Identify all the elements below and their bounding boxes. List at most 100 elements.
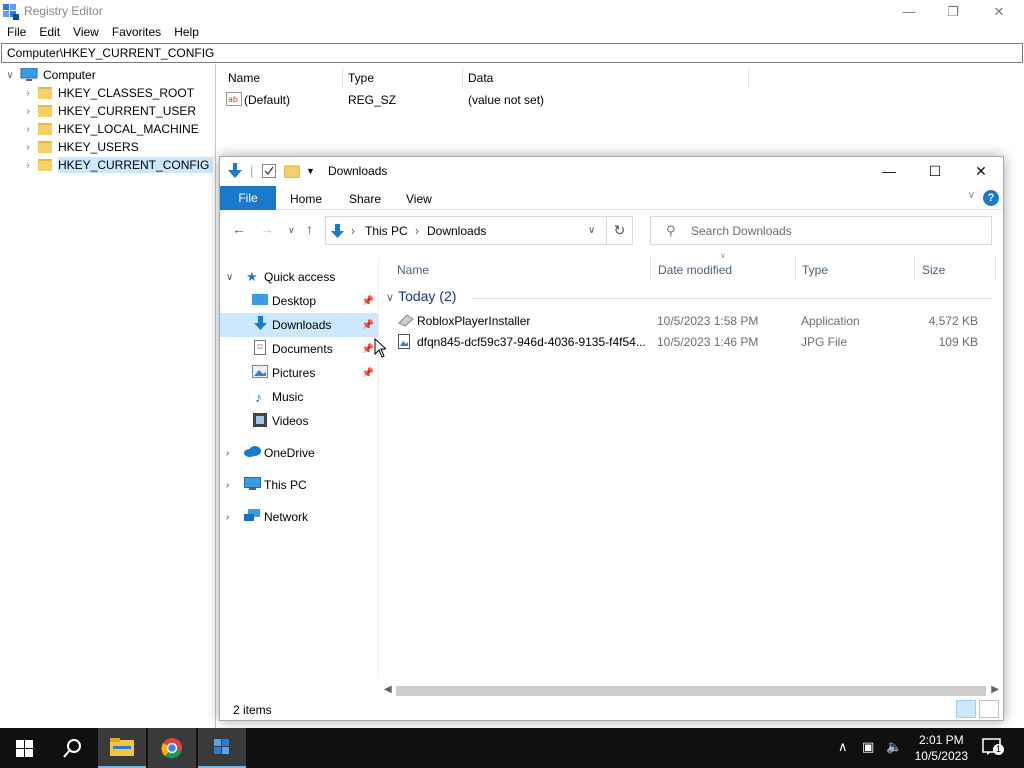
search-input[interactable]: ⚲ Search Downloads <box>650 216 992 245</box>
column-divider[interactable] <box>795 255 796 281</box>
large-icons-view-icon[interactable] <box>979 700 999 718</box>
maximize-button[interactable]: ☐ <box>912 157 958 185</box>
column-date-modified[interactable]: Date modified <box>658 263 732 277</box>
nav-network[interactable]: › Network <box>220 505 378 529</box>
file-row[interactable]: dfqn845-dcf59c37-946d-4036-9135-f4f54...… <box>392 332 992 353</box>
taskbar-registry-editor[interactable] <box>198 728 246 768</box>
group-header-today[interactable]: ∨ Today (2) <box>386 288 456 304</box>
close-button[interactable]: ✕ <box>976 0 1022 23</box>
menu-help[interactable]: Help <box>168 23 206 43</box>
close-button[interactable]: ✕ <box>958 157 1004 185</box>
column-divider[interactable] <box>748 68 749 88</box>
nav-desktop[interactable]: Desktop 📌 <box>220 289 378 313</box>
nav-onedrive[interactable]: › OneDrive <box>220 441 378 465</box>
minimize-button[interactable]: — <box>866 157 912 185</box>
pane-divider[interactable] <box>378 257 379 677</box>
action-center-button[interactable]: 1 <box>982 738 1004 756</box>
forward-button[interactable]: → <box>260 221 274 237</box>
start-button[interactable] <box>0 728 48 768</box>
nav-pictures[interactable]: Pictures 📌 <box>220 361 378 385</box>
address-dropdown-icon[interactable]: ∨ <box>588 225 595 236</box>
breadcrumb-separator-icon[interactable]: › <box>415 224 419 238</box>
pin-icon[interactable]: 📌 <box>362 344 374 355</box>
expand-ribbon-icon[interactable]: ∨ <box>968 190 975 201</box>
nav-downloads[interactable]: Downloads 📌 <box>220 313 378 337</box>
taskbar-file-explorer[interactable] <box>98 728 146 768</box>
horizontal-scrollbar[interactable]: ◀ ▶ <box>380 684 1003 698</box>
menu-edit[interactable]: Edit <box>33 23 67 43</box>
pin-icon[interactable]: 📌 <box>362 320 374 331</box>
tab-share[interactable]: Share <box>349 192 381 206</box>
help-icon[interactable]: ? <box>983 190 999 206</box>
tree-item-hkey-local-machine[interactable]: › HKEY_LOCAL_MACHINE <box>22 120 198 138</box>
clock[interactable]: 2:01 PM 10/5/2023 <box>915 732 968 764</box>
column-divider[interactable] <box>995 255 996 281</box>
show-hidden-icons-icon[interactable]: ∧ <box>838 739 848 755</box>
address-bar[interactable]: › This PC › Downloads ∨ <box>325 216 607 245</box>
scrollbar-thumb[interactable] <box>396 686 986 696</box>
column-divider[interactable] <box>462 68 463 88</box>
chevron-right-icon[interactable]: › <box>226 512 229 523</box>
menu-favorites[interactable]: Favorites <box>106 23 168 43</box>
chevron-down-icon[interactable]: ∨ <box>226 272 233 283</box>
chevron-right-icon[interactable]: › <box>22 142 34 153</box>
chevron-right-icon[interactable]: › <box>22 106 34 117</box>
tree-item-hkey-current-config[interactable]: › HKEY_CURRENT_CONFIG <box>22 156 214 174</box>
column-data[interactable]: Data <box>468 71 493 85</box>
customize-quick-access-icon[interactable]: ▼ <box>306 166 315 176</box>
breadcrumb-downloads[interactable]: Downloads <box>427 224 486 238</box>
chevron-right-icon[interactable]: › <box>226 480 229 491</box>
breadcrumb-this-pc[interactable]: This PC <box>365 224 408 238</box>
pin-icon[interactable]: 📌 <box>362 368 374 379</box>
chevron-right-icon[interactable]: › <box>22 124 34 135</box>
scroll-left-icon[interactable]: ◀ <box>384 684 392 695</box>
column-divider[interactable] <box>342 68 343 88</box>
column-type[interactable]: Type <box>802 263 828 277</box>
column-name[interactable]: Name <box>397 263 429 277</box>
column-name[interactable]: Name <box>228 71 260 85</box>
tab-view[interactable]: View <box>406 192 432 206</box>
pin-icon[interactable]: 📌 <box>362 296 374 307</box>
nav-this-pc[interactable]: › This PC <box>220 473 378 497</box>
column-size[interactable]: Size <box>922 263 945 277</box>
tree-item-hkey-classes-root[interactable]: › HKEY_CLASSES_ROOT <box>22 84 194 102</box>
tab-file[interactable]: File <box>220 186 276 210</box>
chevron-right-icon[interactable]: › <box>22 88 34 99</box>
tree-item-hkey-users[interactable]: › HKEY_USERS <box>22 138 138 156</box>
tree-item-computer[interactable]: ∨ Computer <box>4 66 96 84</box>
breadcrumb-separator-icon[interactable]: › <box>351 224 355 238</box>
nav-videos[interactable]: Videos <box>220 409 378 433</box>
taskbar-chrome[interactable] <box>148 728 196 768</box>
chevron-right-icon[interactable]: › <box>226 448 229 459</box>
chevron-down-icon[interactable]: ∨ <box>386 292 394 304</box>
item-count: 2 items <box>233 703 272 717</box>
volume-muted-icon[interactable]: 🔈 <box>886 739 902 755</box>
details-view-icon[interactable] <box>956 700 976 718</box>
network-status-icon[interactable]: ▣ <box>862 739 874 755</box>
nav-music[interactable]: ♪ Music <box>220 385 378 409</box>
menu-file[interactable]: File <box>0 23 33 43</box>
file-row[interactable]: RobloxPlayerInstaller 10/5/2023 1:58 PM … <box>392 311 992 332</box>
column-type[interactable]: Type <box>348 71 374 85</box>
menu-view[interactable]: View <box>67 23 106 43</box>
registry-address-bar[interactable]: Computer\HKEY_CURRENT_CONFIG <box>1 43 1023 63</box>
refresh-button[interactable]: ↻ <box>607 216 633 245</box>
column-divider[interactable] <box>914 255 915 281</box>
registry-value-row[interactable]: ab (Default) REG_SZ (value not set) <box>226 91 746 109</box>
nav-quick-access[interactable]: ∨ ★ Quick access <box>220 265 378 289</box>
back-button[interactable]: ← <box>232 221 246 237</box>
tab-home[interactable]: Home <box>290 192 322 206</box>
nav-documents[interactable]: Documents 📌 <box>220 337 378 361</box>
chevron-right-icon[interactable]: › <box>22 160 34 171</box>
scroll-right-icon[interactable]: ▶ <box>991 684 999 695</box>
column-divider[interactable] <box>650 255 651 281</box>
minimize-button[interactable]: — <box>886 0 932 23</box>
restore-button[interactable]: ❐ <box>930 0 976 23</box>
chevron-down-icon[interactable]: ∨ <box>4 70 16 81</box>
new-folder-icon[interactable] <box>284 164 300 178</box>
search-button[interactable] <box>48 728 96 768</box>
properties-icon[interactable] <box>262 164 276 178</box>
tree-item-hkey-current-user[interactable]: › HKEY_CURRENT_USER <box>22 102 196 120</box>
recent-locations-icon[interactable]: ∨ <box>288 225 295 236</box>
up-button[interactable]: ↑ <box>306 221 313 237</box>
